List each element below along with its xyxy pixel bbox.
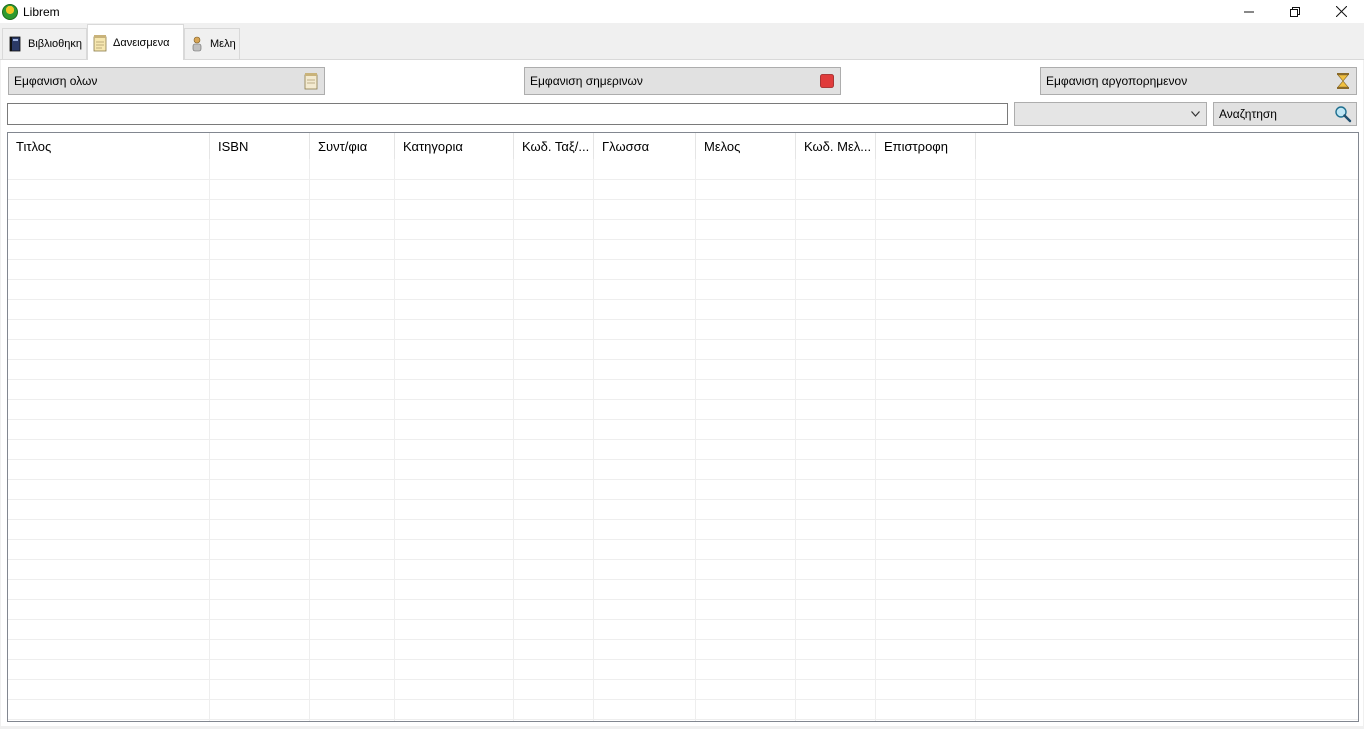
column-header-member[interactable]: Μελος xyxy=(696,133,796,159)
grid-row-line xyxy=(8,439,1358,440)
grid-row-line xyxy=(8,679,1358,680)
grid-row-line xyxy=(8,719,1358,720)
grid-row-line xyxy=(8,499,1358,500)
column-header-title[interactable]: Τιτλος xyxy=(8,133,210,159)
restore-button[interactable] xyxy=(1272,0,1318,23)
search-button[interactable]: Αναζητηση xyxy=(1213,102,1357,126)
grid-column-line xyxy=(593,159,594,721)
restore-icon xyxy=(1290,6,1300,17)
column-header-member-code[interactable]: Κωδ. Μελ... xyxy=(796,133,876,159)
grid-column-line xyxy=(309,159,310,721)
grid-row-line xyxy=(8,619,1358,620)
borrowed-panel: Εμφανιση ολων Εμφανιση σημερινων Εμφανισ… xyxy=(1,60,1363,726)
grid-row-line xyxy=(8,259,1358,260)
show-overdue-button[interactable]: Εμφανιση αργοπορημενον xyxy=(1040,67,1357,95)
grid-row-line xyxy=(8,559,1358,560)
column-header-return[interactable]: Επιστροφη xyxy=(876,133,976,159)
window-title: Librem xyxy=(23,4,60,19)
grid-row-line xyxy=(8,359,1358,360)
grid-row-line xyxy=(8,399,1358,400)
show-overdue-label: Εμφανιση αργοπορημενον xyxy=(1046,74,1188,88)
search-button-label: Αναζητηση xyxy=(1219,107,1277,121)
column-header-author[interactable]: Συντ/φια xyxy=(310,133,395,159)
grid-column-line xyxy=(394,159,395,721)
grid-row-line xyxy=(8,419,1358,420)
tab-library-label: Βιβλιοθηκη xyxy=(28,38,83,50)
grid-row-line xyxy=(8,539,1358,540)
borrowed-books-table[interactable]: Τιτλος ISBN Συντ/φια Κατηγορια Κωδ. Ταξ/… xyxy=(7,132,1359,722)
tab-strip: Βιβλιοθηκη Δανεισμενα Μελη xyxy=(0,23,1364,60)
grid-row-line xyxy=(8,599,1358,600)
grid-row-line xyxy=(8,379,1358,380)
search-input[interactable] xyxy=(7,103,1008,125)
red-square-icon xyxy=(818,72,836,90)
tab-library[interactable]: Βιβλιοθηκη xyxy=(2,28,87,59)
minimize-button[interactable] xyxy=(1226,0,1272,23)
tab-members-label: Μελη xyxy=(210,38,236,50)
grid-row-line xyxy=(8,519,1358,520)
close-button[interactable] xyxy=(1318,0,1364,23)
column-header-category[interactable]: Κατηγορια xyxy=(395,133,514,159)
grid-row-line xyxy=(8,279,1358,280)
grid-row-line xyxy=(8,179,1358,180)
person-icon xyxy=(192,36,202,52)
notepad-icon xyxy=(93,34,107,51)
show-all-label: Εμφανιση ολων xyxy=(14,74,98,88)
grid-column-line xyxy=(795,159,796,721)
grid-row-line xyxy=(8,339,1358,340)
grid-row-line xyxy=(8,459,1358,460)
show-today-label: Εμφανιση σημερινων xyxy=(530,74,643,88)
table-header: Τιτλος ISBN Συντ/φια Κατηγορια Κωδ. Ταξ/… xyxy=(8,133,976,159)
app-logo-icon xyxy=(2,3,18,20)
hourglass-icon xyxy=(1334,72,1352,90)
notepad-icon xyxy=(302,72,320,90)
grid-row-line xyxy=(8,319,1358,320)
table-body xyxy=(8,159,1358,721)
column-header-classification-code[interactable]: Κωδ. Ταξ/... xyxy=(514,133,594,159)
grid-column-line xyxy=(875,159,876,721)
grid-row-line xyxy=(8,219,1358,220)
search-field-select[interactable] xyxy=(1014,102,1207,126)
grid-row-line xyxy=(8,199,1358,200)
grid-column-line xyxy=(209,159,210,721)
grid-row-line xyxy=(8,659,1358,660)
book-icon xyxy=(9,36,21,52)
grid-row-line xyxy=(8,239,1358,240)
chevron-down-icon xyxy=(1191,111,1200,117)
grid-column-line xyxy=(513,159,514,721)
close-icon xyxy=(1335,6,1347,17)
window-controls xyxy=(1226,0,1364,23)
tab-members[interactable]: Μελη xyxy=(184,28,240,59)
grid-column-line xyxy=(975,159,976,721)
grid-column-line xyxy=(695,159,696,721)
tab-borrowed-label: Δανεισμενα xyxy=(113,36,170,49)
minimize-icon xyxy=(1244,11,1254,12)
title-bar: Librem xyxy=(0,0,1364,23)
grid-row-line xyxy=(8,639,1358,640)
magnifier-icon xyxy=(1334,105,1352,123)
grid-row-line xyxy=(8,579,1358,580)
show-today-button[interactable]: Εμφανιση σημερινων xyxy=(524,67,841,95)
column-header-isbn[interactable]: ISBN xyxy=(210,133,310,159)
grid-row-line xyxy=(8,299,1358,300)
grid-row-line xyxy=(8,479,1358,480)
show-all-button[interactable]: Εμφανιση ολων xyxy=(8,67,325,95)
column-header-language[interactable]: Γλωσσα xyxy=(594,133,696,159)
grid-row-line xyxy=(8,699,1358,700)
tab-borrowed[interactable]: Δανεισμενα xyxy=(87,24,184,60)
